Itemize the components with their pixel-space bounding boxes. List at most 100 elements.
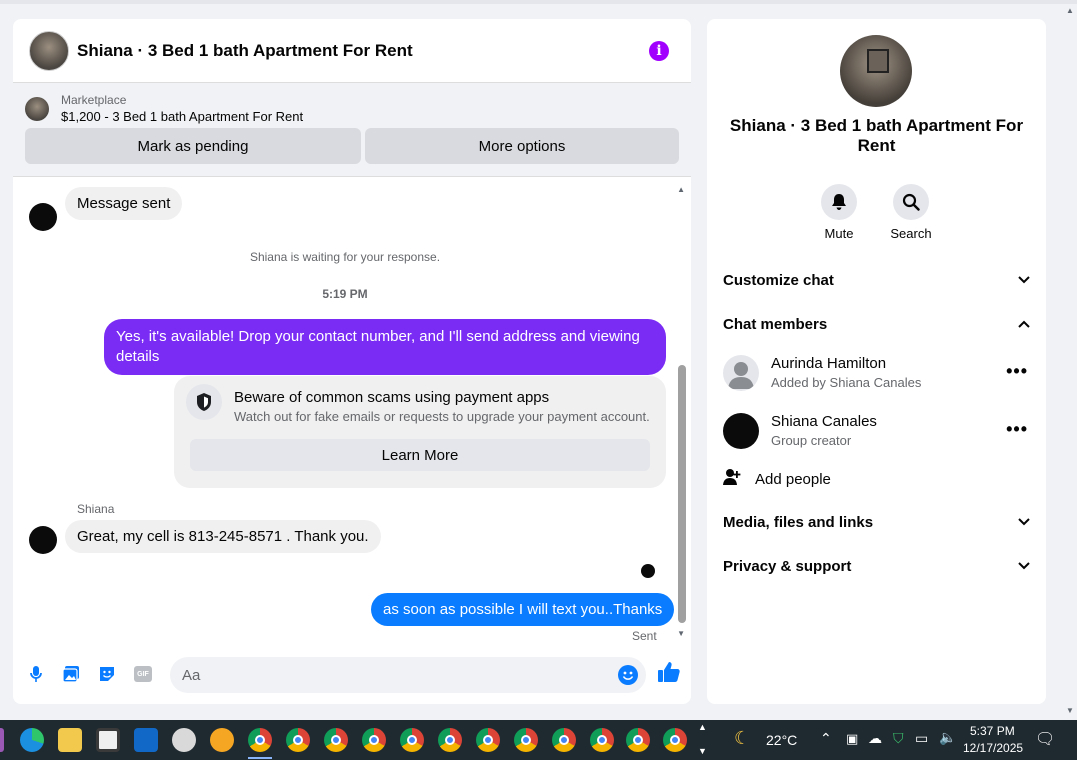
avatar[interactable] [29,203,57,231]
chat-avatar[interactable] [29,30,69,71]
sticker-icon[interactable] [96,663,118,685]
page-scroll-down-arrow[interactable]: ▼ [1066,706,1074,715]
chrome-icon[interactable] [476,728,500,752]
emoji-icon[interactable] [618,665,638,685]
avatar[interactable] [29,526,57,554]
mark-pending-button[interactable]: Mark as pending [25,128,361,164]
message-scrollbar[interactable] [678,365,686,623]
chat-header: Shiana · 3 Bed 1 bath Apartment For Rent… [13,19,691,83]
member-name: Shiana Canales [771,413,877,430]
edge-icon[interactable] [20,728,44,752]
taskbar-scroll-down-icon[interactable]: ▼ [698,746,707,756]
more-options-icon[interactable]: ••• [1006,361,1028,382]
microphone-icon[interactable] [25,663,47,685]
chrome-icon[interactable] [590,728,614,752]
chrome-icon[interactable] [286,728,310,752]
chat-title[interactable]: Shiana · 3 Bed 1 bath Apartment For Rent [77,41,649,61]
outlook-icon[interactable] [134,728,158,752]
security-shield-icon[interactable]: ⛉ [893,730,904,747]
avatar [723,413,759,449]
member-role: Group creator [771,433,852,448]
mute-label: Mute [824,226,854,241]
gif-label: GIF [134,666,152,682]
listing-thumbnail [25,96,49,121]
search-label: Search [890,226,932,241]
more-options-button[interactable]: More options [365,128,679,164]
cloud-icon[interactable]: ☁ [868,730,882,747]
customize-chat-label: Customize chat [723,271,834,289]
group-avatar[interactable] [840,35,912,107]
member-role: Added by Shiana Canales [771,375,922,390]
chevron-down-icon [1018,515,1030,529]
folder-icon[interactable] [58,728,82,752]
scam-title: Beware of common scams using payment app… [234,389,550,406]
mute-button[interactable]: Mute [809,184,869,241]
chrome-icon[interactable] [324,728,348,752]
media-files-label: Media, files and links [723,513,874,531]
message-timestamp: 5:19 PM [322,287,368,301]
clock-time[interactable]: 5:37 PM [970,724,1015,738]
chrome-icon[interactable] [248,728,272,752]
marketplace-bar: Marketplace $1,200 - 3 Bed 1 bath Apartm… [13,83,691,177]
device-icon[interactable]: ▣ [846,731,858,747]
chrome-icon[interactable] [514,728,538,752]
input-placeholder: Aa [182,666,201,684]
incoming-message: Great, my cell is 813-245-8571 . Thank y… [65,520,381,553]
more-options-icon[interactable]: ••• [1006,419,1028,440]
chat-panel: Shiana · 3 Bed 1 bath Apartment For Rent… [13,19,691,704]
read-receipt-avatar [641,564,655,578]
notification-icon[interactable]: 🗨 [1035,729,1055,749]
message-input[interactable]: Aa [170,657,646,693]
default-avatar-icon [723,355,759,391]
bell-icon [821,184,857,220]
member-row[interactable]: Shiana Canales Group creator ••• [723,411,1030,455]
outgoing-message: as soon as possible I will text you..Tha… [371,593,675,626]
chrome-icon[interactable] [400,728,424,752]
page-scroll-up-arrow[interactable]: ▲ [1066,6,1074,15]
volume-icon[interactable]: 🔈 [939,729,956,746]
taskbar-scroll-up-icon[interactable]: ▲ [698,722,707,732]
learn-more-button[interactable]: Learn More [190,439,650,471]
info-title: Shiana · 3 Bed 1 bath Apartment For Rent [729,116,1024,155]
thumbs-up-icon[interactable] [657,661,681,689]
shield-icon [186,384,222,420]
customize-chat-section[interactable]: Customize chat [723,264,1030,296]
scroll-down-arrow[interactable]: ▼ [677,629,685,638]
chevron-down-icon [1018,273,1030,287]
outgoing-message: Yes, it's available! Drop your contact n… [104,319,666,375]
gif-icon[interactable]: GIF [132,663,154,685]
marketplace-label: Marketplace [61,93,127,107]
clock-date[interactable]: 12/17/2025 [963,741,1023,755]
moon-weather-icon[interactable]: ☾ [734,728,750,749]
weather-app-icon[interactable] [210,728,234,752]
marketplace-listing[interactable]: Marketplace $1,200 - 3 Bed 1 bath Apartm… [25,93,679,124]
message-bubble: Message sent [65,187,183,220]
chevron-up-icon[interactable]: ⌃ [820,730,832,747]
member-row[interactable]: Aurinda Hamilton Added by Shiana Canales… [723,353,1030,397]
message-list[interactable]: ▲ ▼ Message sent Shiana is waiting for y… [13,183,691,653]
paint-icon[interactable] [172,728,196,752]
chat-members-section[interactable]: Chat members [723,308,1030,340]
info-icon[interactable]: i [649,40,669,61]
scam-subtitle: Watch out for fake emails or requests to… [234,409,650,424]
app-icon[interactable] [0,728,4,752]
chrome-icon[interactable] [626,728,650,752]
chrome-icon[interactable] [663,728,687,752]
top-strip [0,0,1077,4]
privacy-support-section[interactable]: Privacy & support [723,550,1030,582]
media-files-section[interactable]: Media, files and links [723,506,1030,538]
weather-temp[interactable]: 22°C [766,732,797,748]
sender-name: Shiana [77,502,115,516]
chrome-icon[interactable] [362,728,386,752]
add-people-label: Add people [755,470,831,488]
store-icon[interactable] [96,728,120,752]
network-icon[interactable]: ▭ [915,730,928,747]
photo-icon[interactable] [60,663,82,685]
chrome-icon[interactable] [438,728,462,752]
search-button[interactable]: Search [881,184,941,241]
add-people-button[interactable]: Add people [723,468,831,490]
sent-status: Sent [632,629,657,643]
scroll-up-arrow[interactable]: ▲ [677,185,685,194]
chrome-icon[interactable] [552,728,576,752]
privacy-support-label: Privacy & support [723,557,852,575]
